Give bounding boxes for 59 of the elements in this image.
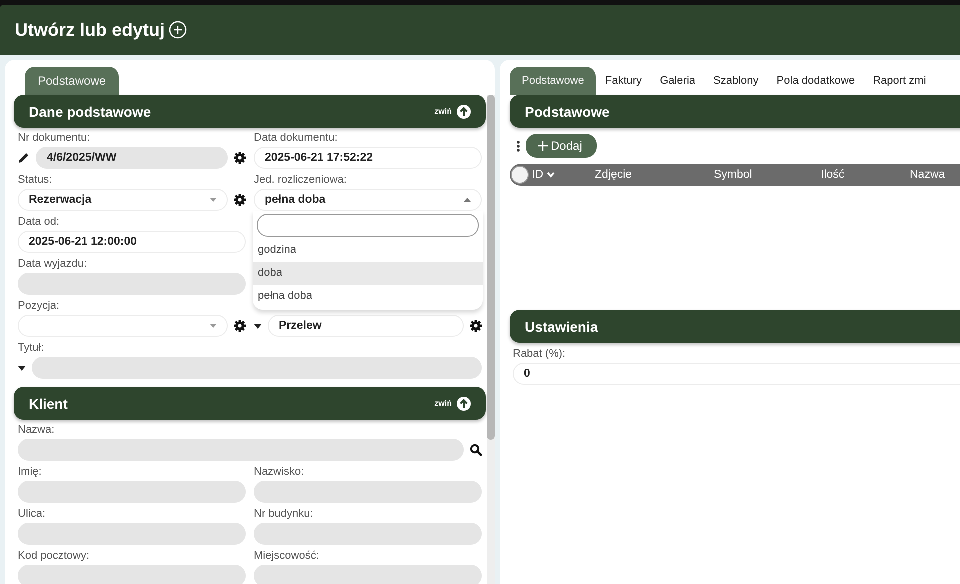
tab[interactable]: Podstawowe <box>25 67 120 95</box>
section-title: Dane podstawowe <box>29 104 152 120</box>
tab[interactable]: Szablony <box>704 67 768 95</box>
select-field[interactable] <box>18 315 228 337</box>
dropdown-option[interactable]: godzina <box>253 239 483 262</box>
plus-icon <box>538 141 548 151</box>
column-header[interactable]: Ilość <box>821 169 845 181</box>
field-label: Nr budynku: <box>254 507 314 521</box>
kebab-menu-icon <box>517 140 520 152</box>
field-label: Rabat (%): <box>513 347 567 361</box>
tab[interactable]: Pola dodatkowe <box>768 67 864 95</box>
column-header[interactable]: Nazwa <box>910 169 946 181</box>
field-label: Miejscowość: <box>254 549 320 563</box>
arrow-up-circle-icon <box>457 396 471 410</box>
column-header[interactable]: Symbol <box>714 169 752 181</box>
field-label: Imię: <box>18 465 43 479</box>
collapse-button[interactable]: zwiń <box>434 104 471 118</box>
caret-up-icon <box>464 198 471 202</box>
input-field[interactable]: 0 <box>513 363 960 385</box>
column-header[interactable]: Zdjęcie <box>595 169 632 181</box>
input-field[interactable]: Przelew <box>268 315 464 337</box>
add-button[interactable]: Dodaj <box>526 134 598 158</box>
arrow-up-circle-icon <box>457 104 471 118</box>
column-header[interactable]: ID <box>532 169 554 181</box>
field-label: Nazwisko: <box>254 465 306 479</box>
caret-down-icon <box>210 198 217 202</box>
section-title: Podstawowe <box>525 104 611 120</box>
tab[interactable]: Faktury <box>596 67 652 95</box>
field-label: Jed. rozliczeniowa: <box>254 173 348 187</box>
chevron-down-icon <box>546 172 554 178</box>
field-label: Ulica: <box>18 507 47 521</box>
select-field[interactable]: Rezerwacja <box>18 189 228 211</box>
plus-circle-icon <box>169 21 187 39</box>
field-label: Tytuł: <box>18 341 46 355</box>
field-label: Data wyjazdu: <box>18 257 88 271</box>
page-title: Utwórz lub edytuj <box>15 20 165 40</box>
field-label: Status: <box>18 173 54 187</box>
field-label: Data dokumentu: <box>254 131 339 145</box>
tab[interactable]: Galeria <box>651 67 705 95</box>
field-label: Pozycja: <box>18 299 61 313</box>
search-field[interactable] <box>257 214 479 237</box>
tab[interactable]: Raport zmi <box>864 67 936 95</box>
input-field[interactable]: 2025-06-21 17:52:22 <box>254 147 482 169</box>
select-all-checkbox[interactable] <box>511 166 529 184</box>
dropdown-option[interactable]: pełna doba <box>253 285 483 308</box>
scrollbar[interactable] <box>487 95 495 584</box>
dropdown-option[interactable]: doba <box>253 262 483 285</box>
tab[interactable]: Podstawowe <box>510 67 596 95</box>
collapse-button[interactable]: zwiń <box>434 396 471 410</box>
field-label: Nr dokumentu: <box>18 131 92 145</box>
field-label: Kod pocztowy: <box>18 549 91 563</box>
input-field[interactable]: 2025-06-21 12:00:00 <box>18 231 246 253</box>
field-label: Data od: <box>18 215 61 229</box>
field-label: Nazwa: <box>18 423 56 437</box>
select-field[interactable]: pełna doba <box>254 189 482 211</box>
section-title: Klient <box>29 396 69 412</box>
section-title: Ustawienia <box>525 318 600 334</box>
caret-down-icon <box>210 324 217 328</box>
add-button[interactable] <box>169 21 187 39</box>
